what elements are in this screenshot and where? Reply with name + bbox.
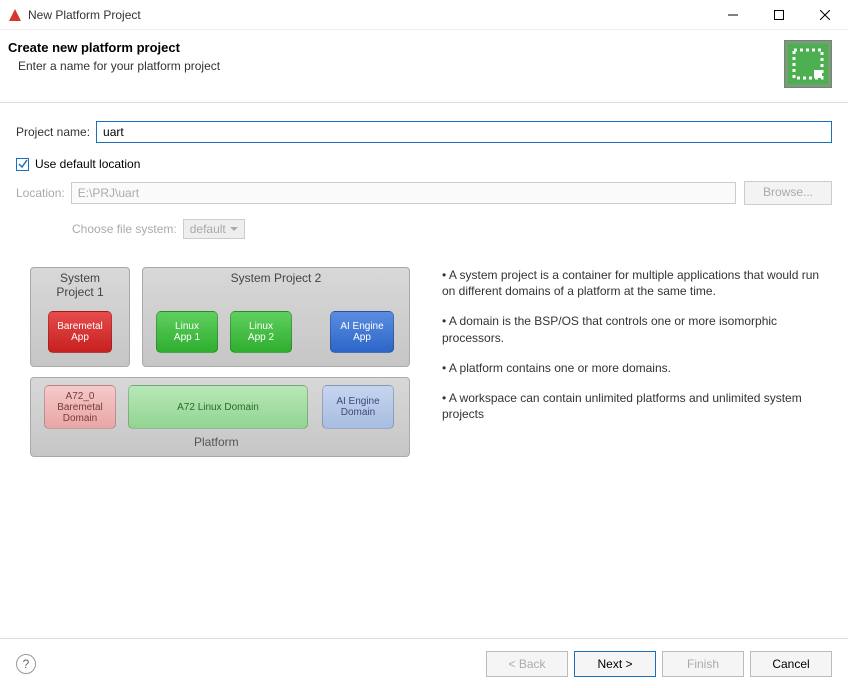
wizard-icon	[784, 40, 832, 88]
use-default-location-checkbox[interactable]: Use default location	[16, 157, 832, 171]
close-button[interactable]	[802, 0, 848, 30]
location-input	[71, 182, 736, 204]
platform-diagram: System Project 1 Baremetal App System Pr…	[30, 267, 430, 467]
file-system-select: default	[183, 219, 245, 239]
dialog-window: New Platform Project Create new platform…	[0, 0, 848, 688]
project-name-input[interactable]	[96, 121, 832, 143]
ai-engine-domain-chip: AI Engine Domain	[322, 385, 394, 429]
use-default-location-label: Use default location	[35, 157, 140, 171]
description-line-1: • A system project is a container for mu…	[442, 267, 832, 299]
title-bar: New Platform Project	[0, 0, 848, 30]
description-line-2: • A domain is the BSP/OS that controls o…	[442, 313, 832, 345]
wizard-footer: ? < Back Next > Finish Cancel	[0, 638, 848, 688]
browse-button: Browse...	[744, 181, 832, 205]
description-line-3: • A platform contains one or more domain…	[442, 360, 832, 376]
window-title: New Platform Project	[28, 8, 710, 22]
page-subtitle: Enter a name for your platform project	[8, 59, 784, 73]
platform-title: Platform	[194, 435, 239, 449]
cancel-button[interactable]: Cancel	[750, 651, 832, 677]
help-icon: ?	[23, 657, 30, 671]
help-button[interactable]: ?	[16, 654, 36, 674]
form-area: Project name: Use default location Locat…	[0, 103, 848, 255]
back-button: < Back	[486, 651, 568, 677]
project-name-label: Project name:	[16, 125, 90, 139]
location-label: Location:	[16, 186, 65, 200]
description-line-4: • A workspace can contain unlimited plat…	[442, 390, 832, 422]
wizard-header: Create new platform project Enter a name…	[0, 30, 848, 103]
checkbox-icon	[16, 158, 29, 171]
page-title: Create new platform project	[8, 40, 784, 55]
linux-app-2-chip: Linux App 2	[230, 311, 292, 353]
finish-button: Finish	[662, 651, 744, 677]
ai-engine-app-chip: AI Engine App	[330, 311, 394, 353]
system-project-2-title: System Project 2	[231, 271, 322, 285]
baremetal-app-chip: Baremetal App	[48, 311, 112, 353]
a72-baremetal-domain-chip: A72_0 Baremetal Domain	[44, 385, 116, 429]
app-icon	[8, 8, 22, 22]
system-project-1-title: System Project 1	[56, 271, 103, 299]
next-button[interactable]: Next >	[574, 651, 656, 677]
description-panel: • A system project is a container for mu…	[430, 267, 832, 467]
linux-app-1-chip: Linux App 1	[156, 311, 218, 353]
minimize-button[interactable]	[710, 0, 756, 30]
a72-linux-domain-chip: A72 Linux Domain	[128, 385, 308, 429]
choose-file-system-label: Choose file system:	[72, 222, 177, 236]
maximize-button[interactable]	[756, 0, 802, 30]
